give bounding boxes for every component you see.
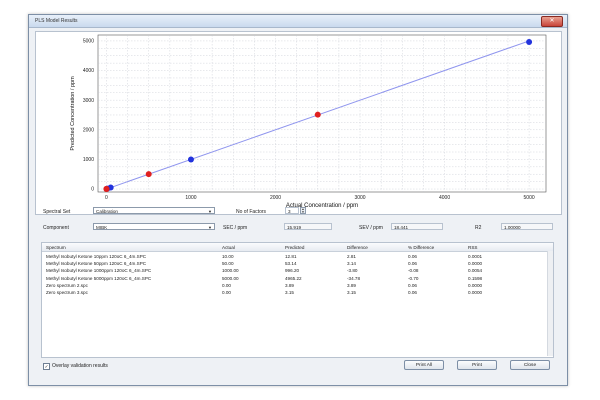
table-row[interactable]: Zero spectrum 3.spc 0.00 3.15 3.15 0.06 0.000… — [42, 290, 547, 297]
overlay-checkbox[interactable]: ✓ — [43, 363, 50, 370]
table-cell: 53.14 — [285, 261, 297, 267]
header-pct-difference[interactable]: % Difference — [408, 245, 434, 250]
table-cell: 4965.22 — [285, 275, 302, 281]
table-scrollbar[interactable] — [547, 251, 553, 356]
print-all-button[interactable]: Print All — [404, 360, 444, 370]
table-cell: 0.06 — [408, 261, 417, 267]
table-cell: Methyl Isobutyl Ketone 1000ppm 120oC 6_4… — [46, 268, 152, 274]
component-value: MIBK — [96, 225, 108, 230]
factors-input[interactable]: 3 — [285, 207, 299, 214]
table-row[interactable]: Methyl Isobutyl Ketone 1000ppm 120oC 6_4… — [42, 268, 547, 275]
table-cell: -34.78 — [347, 275, 361, 281]
y-tick-label: 1000 — [83, 157, 94, 163]
table-cell: 0.0000 — [468, 261, 483, 267]
header-predicted[interactable]: Predicted — [285, 245, 304, 250]
table-cell: 3.15 — [285, 290, 294, 295]
results-table: Spectrum Actual Predicted Difference % D… — [41, 242, 554, 358]
header-rss[interactable]: RSS — [468, 245, 477, 250]
table-row[interactable]: Zero spectrum 2.spc 0.00 3.89 3.89 0.06 0.000… — [42, 283, 547, 290]
data-point — [526, 38, 533, 45]
print-button[interactable]: Print — [457, 360, 497, 370]
table-cell: 0.00 — [222, 282, 231, 288]
table-cell: 5000.00 — [222, 275, 239, 281]
spectral-set-label: Spectral Set — [43, 209, 71, 215]
table-cell: 2.81 — [347, 254, 356, 259]
factors-spinner[interactable]: ▲ ▼ — [300, 207, 306, 214]
header-actual[interactable]: Actual — [222, 245, 235, 250]
close-button[interactable]: Close — [510, 360, 550, 370]
data-point — [145, 171, 152, 178]
table-cell: 0.0000 — [468, 290, 483, 295]
plot-panel: 0 1000 2000 3000 4000 5000 0 1000 2000 3000 4000 50… — [35, 31, 562, 215]
r2-value: 1.00000 — [501, 223, 553, 230]
table-cell: 3.89 — [347, 282, 356, 288]
y-tick-label: 4000 — [83, 68, 94, 74]
x-tick-label: 2000 — [270, 195, 281, 201]
overlay-label: Overlay validation results — [52, 363, 108, 369]
y-tick-label: 0 — [91, 187, 94, 193]
sev-label: SEV / ppm — [359, 225, 383, 231]
table-cell: 996.20 — [285, 268, 300, 274]
table-cell: Methyl Isobutyl Ketone 10ppm 120oC 6_4m.… — [46, 254, 147, 259]
table-cell: Zero spectrum 3.spc — [46, 290, 88, 295]
table-cell: 0.0000 — [468, 282, 483, 288]
table-cell: Zero spectrum 2.spc — [46, 282, 88, 288]
table-row[interactable]: Methyl Isobutyl Ketone 10ppm 120oC 6_4m.… — [42, 254, 547, 261]
table-cell: Methyl Isobutyl Ketone 50ppm 120oC 6_4m.… — [46, 261, 147, 267]
sec-label: SEC / ppm — [223, 225, 248, 231]
x-tick-label: 4000 — [439, 195, 450, 201]
data-point — [187, 156, 194, 163]
x-tick-label: 3000 — [354, 195, 365, 201]
data-point — [314, 111, 321, 118]
table-cell: 0.0001 — [468, 254, 483, 259]
table-cell: 3.14 — [347, 261, 356, 267]
spectral-set-value: Calibration — [96, 209, 118, 214]
table-cell: 3.15 — [347, 290, 356, 295]
component-label: Component — [43, 225, 69, 231]
window-title: PLS Model Results — [35, 18, 78, 24]
window-close-button[interactable]: ✕ — [541, 16, 563, 27]
r2-label: R2 — [475, 225, 482, 231]
sec-value: 15.919 — [284, 223, 332, 230]
pls-results-window: PLS Model Results ✕ 0 1000 2000 3000 4000 500… — [28, 14, 568, 386]
table-cell: -0.08 — [408, 268, 419, 274]
component-select[interactable]: MIBK ▼ — [93, 223, 215, 230]
spectral-set-select[interactable]: Calibration ▼ — [93, 207, 215, 214]
chevron-down-icon: ▼ — [208, 209, 212, 214]
x-tick-label: 0 — [105, 195, 108, 201]
table-cell: -3.80 — [347, 268, 358, 274]
header-spectrum[interactable]: Spectrum — [46, 245, 66, 250]
table-cell: 0.0054 — [468, 268, 483, 274]
table-cell: 10.00 — [222, 254, 234, 259]
x-tick-label: 1000 — [185, 195, 196, 201]
title-bar: PLS Model Results ✕ — [29, 15, 567, 28]
y-tick-label: 5000 — [83, 39, 94, 45]
table-cell: 0.00 — [222, 290, 231, 295]
table-cell: 1000.00 — [222, 268, 239, 274]
table-header: Spectrum Actual Predicted Difference % D… — [42, 243, 553, 252]
table-cell: 3.89 — [285, 282, 294, 288]
x-tick-label: 5000 — [524, 195, 535, 201]
y-axis-label: Predicted Concentration / ppm — [70, 76, 76, 151]
table-cell: 12.81 — [285, 254, 297, 259]
sev-value: 18.441 — [391, 223, 443, 230]
table-cell: 50.00 — [222, 261, 234, 267]
table-cell: Methyl Isobutyl Ketone 5000ppm 120oC 6_4… — [46, 275, 152, 281]
chevron-down-icon: ▼ — [208, 225, 212, 230]
factors-label: No of Factors — [236, 209, 267, 215]
table-cell: -0.70 — [408, 275, 419, 281]
table-cell: 0.1598 — [468, 275, 483, 281]
y-tick-label: 3000 — [83, 98, 94, 104]
table-cell: 0.06 — [408, 254, 417, 259]
data-point — [103, 185, 110, 192]
table-row[interactable]: Methyl Isobutyl Ketone 50ppm 120oC 6_4m.… — [42, 261, 547, 268]
header-difference[interactable]: Difference — [347, 245, 368, 250]
table-cell: 0.06 — [408, 282, 417, 288]
y-tick-label: 2000 — [83, 127, 94, 133]
table-row[interactable]: Methyl Isobutyl Ketone 5000ppm 120oC 6_4… — [42, 276, 547, 283]
table-cell: 0.06 — [408, 290, 417, 295]
concentration-chart: 0 1000 2000 3000 4000 5000 0 1000 2000 3000 4000 50… — [70, 34, 547, 209]
